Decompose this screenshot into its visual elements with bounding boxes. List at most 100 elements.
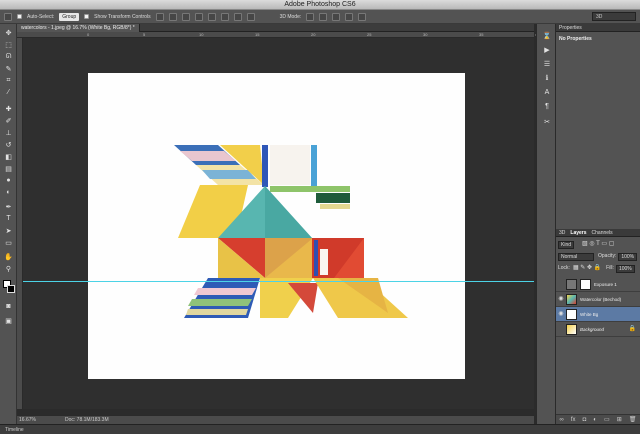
add-style-icon[interactable]: fx: [571, 415, 576, 424]
hand-tool-icon[interactable]: ✋: [3, 252, 14, 261]
properties-panel: Properties No Properties: [556, 24, 640, 228]
ruler-tick-label: 30: [423, 32, 428, 37]
layer-name: Watercolor (Bechod): [580, 296, 622, 302]
distribute-h-icon[interactable]: [246, 12, 255, 21]
history-brush-icon[interactable]: ↺: [3, 140, 14, 149]
3d-scale-icon[interactable]: [358, 12, 367, 21]
layers-panel: 3D Layers Channels Kind ▧ ◎ T ▭ ▢ Normal…: [556, 229, 640, 424]
fill-field[interactable]: 100%: [615, 264, 635, 273]
dodge-icon[interactable]: ◐: [3, 188, 14, 197]
right-panels: Properties No Properties 3D Layers Chann…: [556, 24, 640, 424]
properties-panel-title[interactable]: Properties: [556, 24, 640, 32]
layer-thumbnail: [566, 323, 577, 335]
paragraph-panel-icon[interactable]: ¶: [542, 102, 552, 111]
gradient-icon[interactable]: ▤: [3, 164, 14, 173]
align-bottom-icon[interactable]: [181, 12, 190, 21]
align-right-icon[interactable]: [220, 12, 229, 21]
new-adjustment-icon[interactable]: ◐: [593, 415, 597, 424]
opacity-field[interactable]: 100%: [618, 252, 638, 261]
shape-tool-icon[interactable]: ▭: [3, 238, 14, 247]
link-layers-icon[interactable]: ∞: [560, 415, 564, 424]
options-bar: Auto-Select: Group Show Transform Contro…: [0, 10, 640, 24]
new-layer-icon[interactable]: ⊞: [617, 415, 622, 424]
type-tool-icon[interactable]: T: [3, 214, 14, 223]
status-bar: 16.67% Doc: 78.1M/183.3M: [17, 415, 534, 424]
layer-mask-thumbnail: [580, 278, 591, 290]
horizontal-guide[interactable]: [23, 281, 534, 282]
brush-tool-icon[interactable]: ✐: [3, 116, 14, 125]
lock-label: Lock:: [558, 265, 570, 271]
timeline-panel-tab[interactable]: Timeline: [0, 424, 640, 434]
layer-row[interactable]: Exposure 1: [556, 277, 640, 292]
align-middle-icon[interactable]: [168, 12, 177, 21]
tab-layers[interactable]: Layers: [570, 229, 586, 236]
3d-roll-icon[interactable]: [319, 12, 328, 21]
character-panel-icon[interactable]: A: [542, 88, 552, 97]
3d-pan-icon[interactable]: [332, 12, 341, 21]
pen-tool-icon[interactable]: ✒: [3, 202, 14, 211]
history-panel-icon[interactable]: ⌛: [542, 32, 552, 41]
blur-icon[interactable]: ●: [3, 176, 14, 185]
delete-layer-icon[interactable]: 🗑: [629, 415, 637, 424]
3d-slide-icon[interactable]: [345, 12, 354, 21]
document-tab[interactable]: watercolors - 1.jpeg @ 16.7% (White Bg, …: [17, 24, 140, 32]
clone-stamp-icon[interactable]: ⊥: [3, 128, 14, 137]
zoom-tool-icon[interactable]: ⚲: [3, 264, 14, 273]
adjustments-panel-icon[interactable]: ☰: [542, 60, 552, 69]
align-top-icon[interactable]: [155, 12, 164, 21]
eye-icon[interactable]: ◉: [556, 292, 566, 307]
info-panel-icon[interactable]: ℹ: [542, 74, 552, 83]
layer-row[interactable]: ◉ White Bg: [556, 307, 640, 322]
document-canvas[interactable]: [88, 73, 465, 379]
auto-select-dropdown[interactable]: Group: [59, 12, 80, 21]
align-center-icon[interactable]: [207, 12, 216, 21]
background-color-swatch[interactable]: [7, 285, 15, 293]
auto-select-label: Auto-Select:: [27, 13, 55, 20]
panel-icon-strip: ⌛ ▶ ☰ ℹ A ¶ ✂: [536, 24, 556, 424]
show-transform-label: Show Transform Controls: [94, 13, 151, 20]
quick-mask-icon[interactable]: ◙: [3, 302, 14, 311]
tab-3d[interactable]: 3D: [559, 229, 565, 236]
layer-name: Background: [580, 326, 605, 332]
lock-row: Lock: ▦ ✎ ✥ 🔒 Fill: 100%: [556, 263, 640, 274]
layer-row[interactable]: ◉ Watercolor (Bechod): [556, 292, 640, 307]
healing-brush-icon[interactable]: ✚: [3, 104, 14, 113]
eyedropper-icon[interactable]: ⁄: [3, 88, 14, 97]
add-mask-icon[interactable]: ◘: [583, 415, 587, 424]
3d-rotate-icon[interactable]: [306, 12, 315, 21]
layer-row[interactable]: Background 🔒: [556, 322, 640, 337]
tab-channels[interactable]: Channels: [592, 229, 613, 236]
auto-select-checkbox[interactable]: [17, 14, 22, 19]
align-left-icon[interactable]: [194, 12, 203, 21]
quick-select-icon[interactable]: ✎: [3, 64, 14, 73]
path-select-icon[interactable]: ➤: [3, 226, 14, 235]
layer-name: White Bg: [580, 311, 599, 317]
move-tool-preset-icon[interactable]: [4, 12, 12, 21]
new-group-icon[interactable]: ▭: [604, 415, 610, 424]
ruler-tick-label: 0: [87, 32, 90, 37]
screen-mode-icon[interactable]: ▣: [3, 316, 14, 325]
move-tool-icon[interactable]: ✥: [3, 28, 14, 37]
filter-icons[interactable]: ▧ ◎ T ▭ ▢: [582, 239, 614, 250]
eraser-icon[interactable]: ◧: [3, 152, 14, 161]
ruler-tick-label: 10: [199, 32, 204, 37]
document-tab-bar: watercolors - 1.jpeg @ 16.7% (White Bg, …: [17, 24, 534, 32]
actions-panel-icon[interactable]: ▶: [542, 46, 552, 55]
marquee-tool-icon[interactable]: ⬚: [3, 40, 14, 49]
3d-mode-label: 3D Mode:: [279, 13, 302, 20]
workspace-switcher[interactable]: 3D: [592, 12, 636, 21]
tool-presets-icon[interactable]: ✂: [542, 118, 552, 127]
kind-filter-dropdown[interactable]: Kind: [558, 240, 575, 249]
app-title: Adobe Photoshop CS6: [284, 1, 356, 8]
title-bar: Adobe Photoshop CS6: [0, 0, 640, 10]
ruler-tick-label: 20: [311, 32, 316, 37]
blend-mode-dropdown[interactable]: Normal: [558, 252, 594, 261]
no-properties-text: No Properties: [559, 36, 592, 42]
eye-icon[interactable]: ◉: [556, 307, 566, 322]
show-transform-checkbox[interactable]: [84, 14, 90, 19]
distribute-icon[interactable]: [233, 12, 242, 21]
lasso-tool-icon[interactable]: ᘏ: [3, 52, 14, 61]
crop-tool-icon[interactable]: ⌗: [3, 76, 14, 85]
fill-label: Fill:: [606, 265, 614, 271]
lock-icons[interactable]: ▦ ✎ ✥ 🔒: [573, 263, 601, 274]
